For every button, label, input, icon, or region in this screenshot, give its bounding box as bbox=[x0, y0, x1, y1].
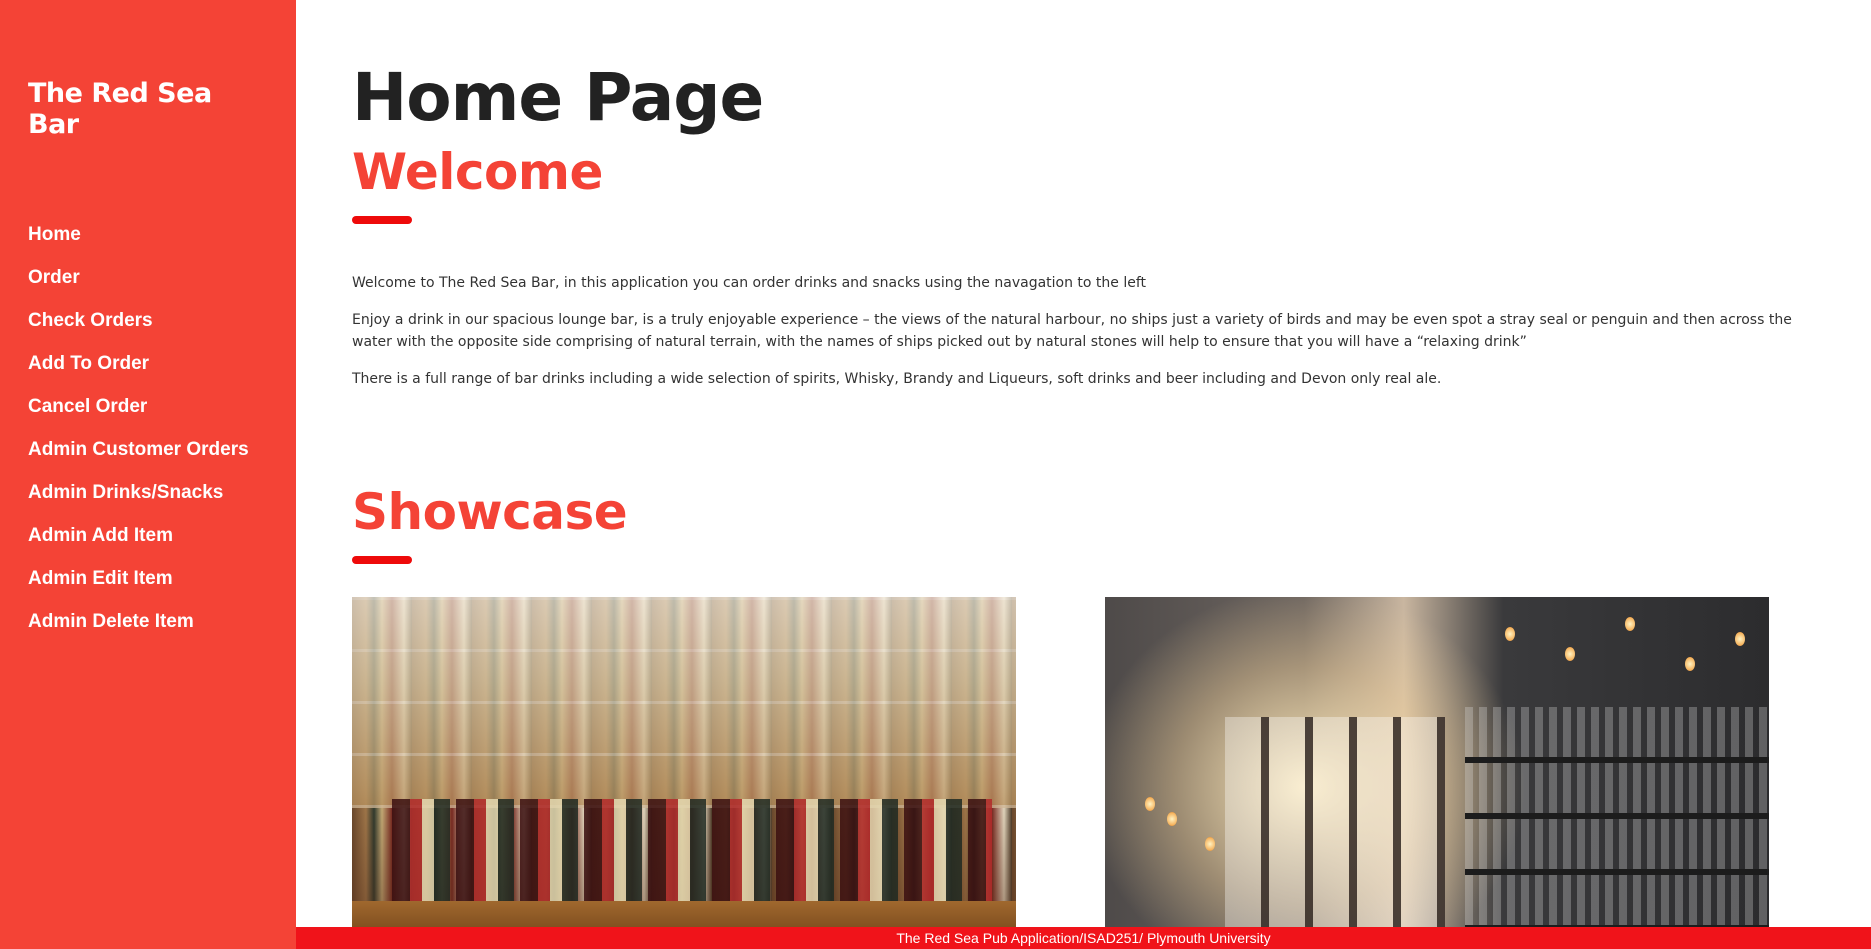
page-title: Home Page bbox=[352, 59, 764, 136]
bulb-icon bbox=[1145, 797, 1155, 811]
bar-interior-photo bbox=[1105, 597, 1769, 949]
showcase-underline bbox=[352, 556, 412, 564]
nav-item-admin-customer-orders[interactable]: Admin Customer Orders bbox=[28, 437, 249, 480]
welcome-underline bbox=[352, 216, 412, 224]
welcome-heading: Welcome bbox=[352, 143, 603, 201]
welcome-paragraph-2: Enjoy a drink in our spacious lounge bar… bbox=[352, 312, 1792, 350]
nav-item-home[interactable]: Home bbox=[28, 222, 249, 265]
bar-bottles-photo bbox=[352, 597, 1016, 949]
bulb-icon bbox=[1685, 657, 1695, 671]
photo-shelves bbox=[352, 597, 1016, 809]
nav-item-order[interactable]: Order bbox=[28, 265, 249, 308]
bulb-icon bbox=[1565, 647, 1575, 661]
nav-item-cancel-order[interactable]: Cancel Order bbox=[28, 394, 249, 437]
bulb-icon bbox=[1735, 632, 1745, 646]
nav-item-admin-drinks-snacks[interactable]: Admin Drinks/Snacks bbox=[28, 480, 249, 523]
brand-title[interactable]: The Red Sea Bar bbox=[28, 78, 218, 140]
nav-item-add-to-order[interactable]: Add To Order bbox=[28, 351, 249, 394]
photo-glass-rack bbox=[1465, 707, 1769, 949]
sidebar: The Red Sea Bar Home Order Check Orders … bbox=[0, 0, 296, 949]
welcome-paragraph-1: Welcome to The Red Sea Bar, in this appl… bbox=[352, 275, 1147, 291]
showcase-heading: Showcase bbox=[352, 483, 628, 541]
sidebar-nav: Home Order Check Orders Add To Order Can… bbox=[28, 222, 249, 652]
welcome-paragraph-3: There is a full range of bar drinks incl… bbox=[352, 371, 1442, 387]
photo-windows bbox=[1225, 717, 1445, 949]
bulb-icon bbox=[1505, 627, 1515, 641]
nav-item-admin-delete-item[interactable]: Admin Delete Item bbox=[28, 609, 249, 652]
nav-item-check-orders[interactable]: Check Orders bbox=[28, 308, 249, 351]
bulb-icon bbox=[1205, 837, 1215, 851]
nav-item-admin-edit-item[interactable]: Admin Edit Item bbox=[28, 566, 249, 609]
bulb-icon bbox=[1625, 617, 1635, 631]
main-content: Home Page Welcome Welcome to The Red Sea… bbox=[352, 0, 1871, 949]
nav-item-admin-add-item[interactable]: Admin Add Item bbox=[28, 523, 249, 566]
footer: The Red Sea Pub Application/ISAD251/ Ply… bbox=[296, 927, 1871, 949]
bulb-icon bbox=[1167, 812, 1177, 826]
